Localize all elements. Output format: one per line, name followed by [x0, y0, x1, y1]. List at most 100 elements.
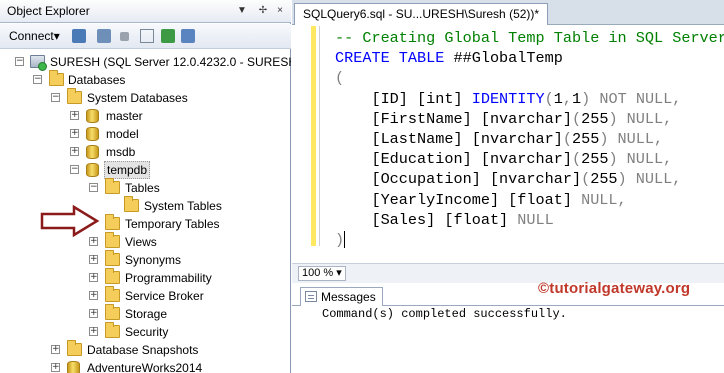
code-token: ,: [672, 89, 682, 108]
expand-icon[interactable]: +: [89, 291, 98, 300]
code-token: [Sales] [float]: [335, 210, 518, 229]
tree-node-label: model: [106, 127, 139, 141]
code-area[interactable]: -- Creating Global Temp Table in SQL Ser…: [335, 28, 724, 250]
code-token: (: [581, 170, 591, 189]
folder-icon: [105, 304, 120, 320]
disconnect-icon[interactable]: [97, 29, 111, 43]
code-token: 1: [572, 89, 582, 108]
code-token: [Education] [nvarchar]: [335, 150, 572, 169]
tree-node-label: System Databases: [87, 91, 188, 105]
document-tab-bar: SQLQuery6.sql - SU...URESH\Suresh (52))*: [292, 0, 724, 25]
connect-label: Connect: [9, 29, 54, 43]
code-token: NULL,: [581, 190, 627, 209]
window-position-icon[interactable]: ▼: [236, 5, 248, 17]
code-token: (: [544, 89, 554, 108]
filter-icon[interactable]: [140, 29, 154, 43]
code-token: [LastName] [nvarchar]: [335, 129, 563, 148]
code-token: (: [571, 109, 582, 128]
folder-icon: [105, 214, 120, 230]
collapse-icon[interactable]: −: [33, 75, 42, 84]
code-token: 255: [581, 150, 609, 169]
expand-icon[interactable]: +: [89, 327, 98, 336]
code-line: [Occupation] [nvarchar](255) NULL,: [335, 169, 724, 189]
code-token: ) NULL,: [608, 150, 673, 169]
tree-node-label: Databases: [68, 73, 126, 87]
code-token: ) NULL,: [617, 170, 682, 189]
folder-icon: [105, 268, 120, 284]
stop-icon[interactable]: [120, 32, 129, 41]
code-line: [ID] [int] IDENTITY(1,1) NOT NULL,: [335, 89, 724, 109]
tab-sqlquery6[interactable]: SQLQuery6.sql - SU...URESH\Suresh (52))*: [294, 3, 549, 25]
tree-node-label: Database Snapshots: [87, 343, 199, 357]
code-token: [Occupation] [nvarchar]: [335, 170, 582, 189]
code-line: CREATE TABLE ##GlobalTemp: [335, 48, 724, 68]
annotation-arrow-icon: [40, 204, 100, 238]
folder-icon: [105, 178, 120, 194]
expand-icon[interactable]: +: [70, 147, 79, 156]
code-token: 255: [590, 170, 618, 189]
expand-icon[interactable]: +: [70, 129, 79, 138]
code-line: (: [335, 68, 724, 88]
ssms-window: Object Explorer ▼ ✢ × Connect▾ − SURESH …: [0, 0, 724, 373]
code-token: ): [581, 89, 600, 108]
zoom-select[interactable]: 100 % ▾: [298, 266, 346, 281]
connect-button[interactable]: Connect▾: [9, 29, 60, 43]
editor-gutter-divider: [319, 26, 320, 246]
code-token: 255: [571, 129, 600, 148]
query-editor[interactable]: -- Creating Global Temp Table in SQL Ser…: [292, 26, 724, 263]
expand-icon[interactable]: +: [70, 111, 79, 120]
collapse-icon[interactable]: −: [89, 183, 98, 192]
object-explorer-title: Object Explorer: [7, 4, 90, 18]
collapse-icon[interactable]: −: [70, 165, 79, 174]
code-token: IDENTITY: [471, 89, 545, 108]
result-message: Command(s) completed successfully.: [322, 307, 567, 321]
folder-icon: [67, 340, 82, 356]
code-line: [LastName] [nvarchar](255) NULL,: [335, 129, 724, 149]
code-line: [FirstName] [nvarchar](255) NULL,: [335, 109, 724, 129]
tab-messages-label: Messages: [321, 290, 376, 304]
folder-icon: [105, 322, 120, 338]
object-explorer-toolbar: Connect▾: [0, 24, 291, 49]
collapse-icon[interactable]: −: [15, 57, 24, 66]
expand-icon[interactable]: +: [89, 309, 98, 318]
chevron-down-icon: ▾: [53, 29, 60, 43]
folder-icon: [105, 232, 120, 248]
expand-icon[interactable]: +: [51, 345, 60, 354]
messages-icon: [305, 291, 317, 302]
tree-node-label: msdb: [106, 145, 136, 159]
folder-icon: [124, 196, 139, 212]
code-line: [Sales] [float] NULL: [335, 210, 724, 230]
object-explorer-panel: Object Explorer ▼ ✢ × Connect▾ − SURESH …: [0, 0, 291, 373]
expand-icon[interactable]: +: [89, 255, 98, 264]
object-explorer-title-bar: Object Explorer ▼ ✢ ×: [0, 0, 291, 23]
expand-icon[interactable]: +: [89, 237, 98, 246]
change-tracking-bar: [311, 26, 316, 246]
database-icon: [86, 163, 99, 177]
collapse-icon[interactable]: −: [51, 93, 60, 102]
code-token: ): [335, 230, 345, 249]
code-token: ,: [562, 89, 573, 108]
expand-icon[interactable]: +: [89, 273, 98, 282]
tree-node-label: Programmability: [125, 271, 212, 285]
tab-messages[interactable]: Messages: [300, 287, 383, 306]
code-token: ) NULL,: [599, 129, 664, 148]
close-icon[interactable]: ×: [274, 5, 286, 17]
code-line: [YearlyIncome] [float] NULL,: [335, 190, 724, 210]
code-token: 1: [553, 89, 563, 108]
tree-node-label: Temporary Tables: [125, 217, 220, 231]
activity-monitor-icon[interactable]: [181, 29, 195, 43]
text-caret: [344, 231, 346, 249]
code-token: NOT NULL: [599, 89, 673, 108]
tree-node-label: Service Broker: [125, 289, 204, 303]
connect-object-icon[interactable]: [72, 29, 86, 43]
code-token: -- Creating Global Temp Table in SQL Ser…: [335, 29, 724, 47]
folder-icon: [105, 250, 120, 266]
code-token: ##GlobalTemp: [453, 49, 563, 68]
code-token: [FirstName] [nvarchar]: [335, 109, 572, 128]
code-line: [Education] [nvarchar](255) NULL,: [335, 149, 724, 169]
code-token: ) NULL,: [608, 109, 673, 128]
expand-icon[interactable]: +: [51, 363, 60, 372]
pin-icon[interactable]: ✢: [257, 5, 269, 17]
zoom-value: 100 %: [302, 267, 334, 279]
refresh-icon[interactable]: [161, 29, 175, 43]
